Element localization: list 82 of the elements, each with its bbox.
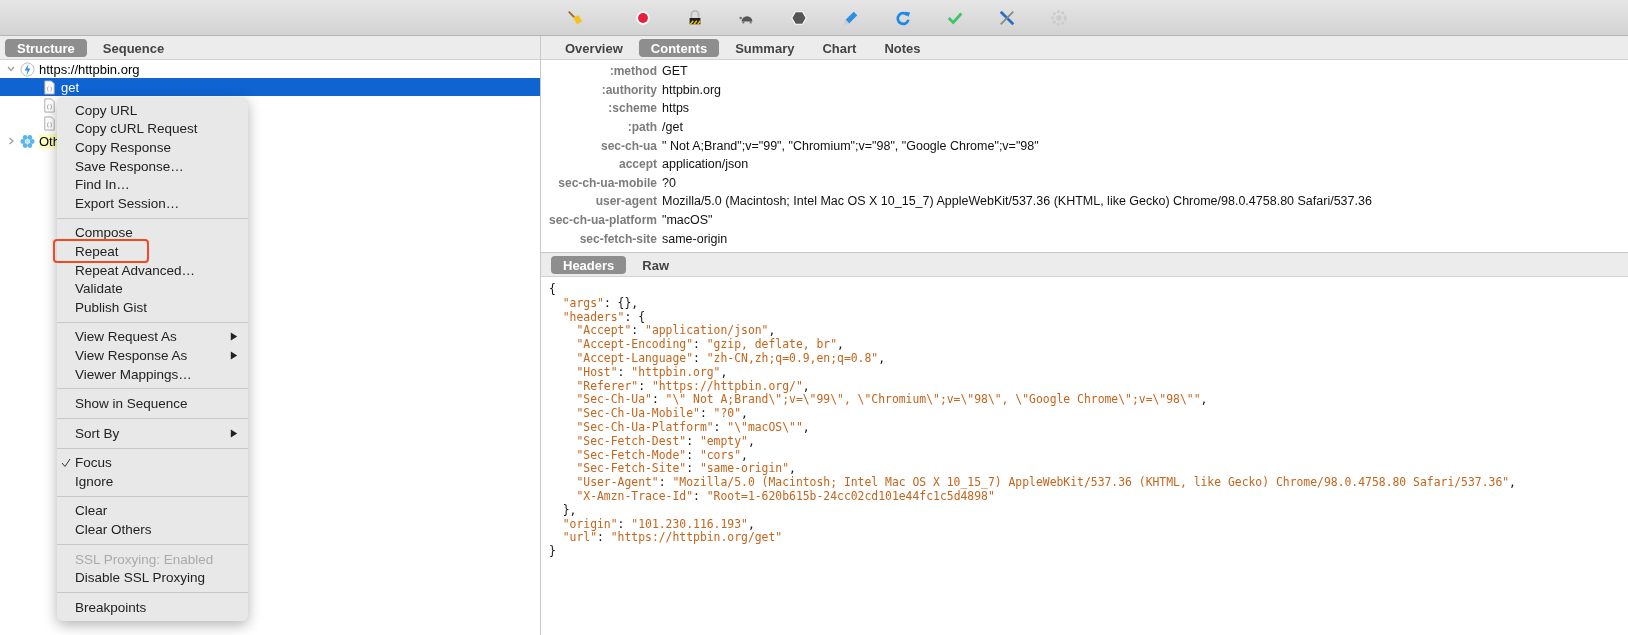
file-icon: [42, 97, 57, 113]
header-value: application/json: [662, 157, 749, 172]
lightning-icon: [20, 61, 35, 77]
view-tab[interactable]: Overview: [553, 38, 635, 57]
header-name: :scheme: [607, 101, 658, 116]
code-line: "Accept-Language": "zh-CN,zh;q=0.9,en;q=0.8",: [575, 351, 887, 365]
menu-item[interactable]: Compose: [57, 223, 248, 243]
code-line: "Host": "httpbin.org",: [575, 364, 728, 379]
header-value: same-origin: [662, 231, 728, 246]
code-line: "Referer": "https://httpbin.org/",: [575, 378, 810, 393]
code-line: "Sec-Fetch-Dest": "empty",: [575, 433, 756, 448]
view-tab[interactable]: Notes: [872, 38, 933, 57]
header-name: :authority: [600, 82, 658, 97]
code-line: "Sec-Ch-Ua-Mobile": "?0",: [575, 406, 749, 420]
code-line: "Accept-Encoding": "gzip, deflate, br",: [575, 337, 845, 351]
chevron-down-icon[interactable]: [6, 64, 16, 74]
code-line: "Accept": "application/json",: [575, 323, 777, 338]
view-tab[interactable]: Sequence: [90, 38, 177, 57]
code-line: "url": "https://httpbin.org/get": [561, 530, 784, 545]
menu-item[interactable]: Copy cURL Request: [57, 119, 248, 139]
menu-item[interactable]: Clear: [57, 501, 248, 521]
request-label: get: [61, 79, 80, 95]
header-name: accept: [617, 157, 658, 172]
code-line: "X-Amzn-Trace-Id": "Root=1-620b615b-24cc02cd101e44fc1c5d4898": [575, 488, 995, 503]
header-value: httpbin.org: [662, 82, 722, 97]
header-name: sec-ch-ua-mobile: [557, 175, 658, 190]
menu-item[interactable]: Viewer Mappings…: [57, 364, 248, 384]
tree-row[interactable]: https://httpbin.org: [0, 60, 140, 78]
file-icon: [42, 115, 57, 131]
menu-item[interactable]: Publish Gist: [57, 297, 248, 317]
header-value: GET: [662, 64, 688, 79]
header-value: " Not A;Brand";v="99", "Chromium";v="98", "Google Chrome";v="98": [662, 138, 1039, 153]
stop-icon[interactable]: [790, 8, 808, 27]
code-line: "origin": "101.230.116.193",: [561, 516, 755, 531]
chevron-right-icon[interactable]: [6, 136, 16, 146]
code-line: "args": {},: [561, 295, 640, 310]
menu-item[interactable]: Copy URL: [57, 101, 248, 120]
code-line: "Sec-Ch-Ua-Platform": "\"macOS\"",: [575, 419, 811, 434]
menu-item[interactable]: Focus: [57, 453, 248, 473]
header-value: ?0: [662, 175, 676, 190]
menu-item[interactable]: Save Response…: [57, 156, 248, 176]
menu-item[interactable]: View Request As: [57, 327, 248, 347]
header-value: https: [662, 101, 690, 116]
menu-item[interactable]: Export Session…: [57, 193, 248, 213]
header-name: :path: [626, 120, 658, 135]
header-name: sec-fetch-site: [578, 231, 658, 246]
menu-item[interactable]: Find In…: [57, 175, 248, 194]
host-label: https://httpbin.org: [39, 61, 140, 77]
code-line: "Sec-Ch-Ua": "\" Not A;Brand\";v=\"99\", \"Chromium\";v=\"98\", \"Google Chrome\";v=\"98\"",: [575, 392, 1209, 407]
header-name: sec-ch-ua: [599, 138, 658, 153]
view-tab[interactable]: Chart: [810, 38, 869, 57]
view-tab[interactable]: Raw: [630, 255, 682, 274]
header-name: :method: [608, 64, 658, 79]
menu-item[interactable]: Breakpoints: [57, 598, 248, 617]
menu-item[interactable]: Repeat: [57, 242, 248, 261]
menu-item[interactable]: Repeat Advanced…: [57, 260, 248, 280]
header-name: sec-ch-ua-platform: [547, 213, 658, 228]
code-line: {: [549, 282, 557, 296]
code-line: "Sec-Fetch-Mode": "cors",: [575, 447, 749, 462]
header-value: "macOS": [662, 213, 713, 228]
file-icon: [42, 79, 57, 95]
header-value: Mozilla/5.0 (Macintosh; Intel Mac OS X 10_15_7) AppleWebKit/537.36 (KHTML, like Gecko) Chrome/98.0.4758.80 Safari/537.36: [662, 194, 1372, 209]
menu-item[interactable]: Sort By: [57, 423, 248, 443]
menu-item[interactable]: View Response As: [57, 346, 248, 365]
code-line: "Sec-Fetch-Site": "same-origin",: [575, 461, 797, 476]
code-line: "User-Agent": "Mozilla/5.0 (Macintosh; Intel Mac OS X 10_15_7) AppleWebKit/537.36 (KHTML, like Gecko) Chrome/98.0.4758.80 Safari/537.36",: [575, 475, 1517, 489]
menu-item[interactable]: Copy Response: [57, 138, 248, 157]
broom-icon[interactable]: [566, 8, 584, 27]
record-icon[interactable]: [634, 8, 652, 27]
menu-item[interactable]: Ignore: [57, 472, 248, 491]
tree-row[interactable]: get: [0, 78, 540, 96]
menu-item[interactable]: Clear Others: [57, 520, 248, 539]
menu-item[interactable]: Show in Sequence: [57, 394, 248, 413]
code-line: },: [561, 502, 578, 517]
header-name: user-agent: [594, 194, 658, 209]
menu-item[interactable]: Disable SSL Proxying: [57, 568, 248, 588]
header-value: /get: [662, 120, 683, 135]
code-line: }: [549, 544, 557, 558]
menu-item[interactable]: Validate: [57, 279, 248, 298]
flower-icon: [20, 133, 35, 149]
view-tab[interactable]: Summary: [723, 38, 807, 57]
code-line: "headers": {: [561, 309, 647, 324]
